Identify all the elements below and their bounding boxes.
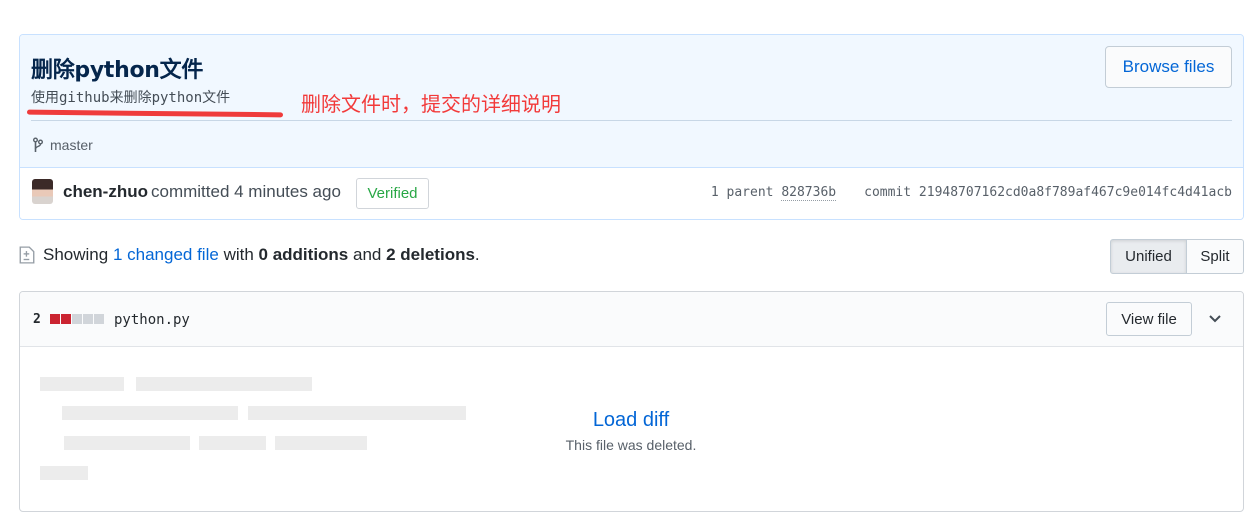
view-file-button[interactable]: View file xyxy=(1106,302,1192,336)
author-link[interactable]: chen-zhuo xyxy=(63,182,148,202)
diffstat-count: 2 xyxy=(33,312,41,327)
annotation-text: 删除文件时，提交的详细说明 xyxy=(301,92,561,116)
file-body: Load diff This file was deleted. xyxy=(20,347,1243,511)
placeholder-line xyxy=(64,436,190,450)
commit-description: 使用github来删除python文件 xyxy=(31,90,231,106)
split-button[interactable]: Split xyxy=(1187,239,1244,274)
branch-container: master xyxy=(31,137,93,153)
with-text: with xyxy=(223,245,254,264)
file-diff-icon xyxy=(19,246,35,264)
diffstat-bar xyxy=(50,314,104,324)
placeholder-line xyxy=(248,406,466,420)
commit-title: 删除python文件 xyxy=(31,58,204,83)
verified-badge[interactable]: Verified xyxy=(356,178,429,209)
chevron-down-icon xyxy=(1209,315,1221,323)
avatar[interactable] xyxy=(32,179,53,204)
load-diff-link[interactable]: Load diff xyxy=(531,409,731,432)
file-name-link[interactable]: python.py xyxy=(114,312,190,328)
parent-sha-link[interactable]: 828736b xyxy=(781,185,837,201)
commit-divider xyxy=(31,120,1232,121)
placeholder-line xyxy=(40,466,88,480)
showing-text: Showing xyxy=(43,245,109,264)
period-text: . xyxy=(474,245,480,264)
commit-time: committed 4 minutes ago xyxy=(151,182,341,201)
placeholder-line xyxy=(40,377,124,391)
parent-info: 1 parent 828736b xyxy=(710,185,837,201)
placeholder-line xyxy=(62,406,238,420)
diff-view-toggle: Unified Split xyxy=(1110,239,1244,274)
commit-sha: 21948707162cd0a8f789af467c9e014fc4d41acb xyxy=(918,185,1232,200)
diffstat-block-deleted xyxy=(50,314,60,324)
commit-meta: chen-zhuo committed 4 minutes ago Verifi… xyxy=(20,167,1243,219)
diff-summary: Showing 1 changed file with 0 additions … xyxy=(19,245,480,265)
browse-files-button[interactable]: Browse files xyxy=(1105,46,1232,88)
commit-box: 删除python文件 使用github来删除python文件 删除文件时，提交的… xyxy=(19,34,1244,220)
file-diff-box: 2 python.py View file Load diff This fil… xyxy=(19,291,1244,512)
file-deleted-note: This file was deleted. xyxy=(565,437,697,453)
deletions-count: 2 deletions xyxy=(386,245,475,264)
diffstat-block-neutral xyxy=(94,314,104,324)
commit-header: 删除python文件 使用github来删除python文件 删除文件时，提交的… xyxy=(20,35,1243,167)
changed-files-link[interactable]: 1 changed file xyxy=(113,245,219,264)
and-text: and xyxy=(353,245,382,264)
additions-count: 0 additions xyxy=(258,245,349,264)
diffstat-block-neutral xyxy=(72,314,82,324)
git-branch-icon xyxy=(33,137,43,152)
parent-label: 1 parent xyxy=(710,185,774,200)
commit-info: commit 21948707162cd0a8f789af467c9e014fc… xyxy=(864,185,1232,200)
branch-name[interactable]: master xyxy=(50,137,93,153)
annotation-underline xyxy=(26,109,284,118)
diffstat-block-deleted xyxy=(61,314,71,324)
placeholder-line xyxy=(199,436,266,450)
sha-block: 1 parent 828736b commit 21948707162cd0a8… xyxy=(710,185,1232,201)
file-header: 2 python.py View file xyxy=(20,292,1243,347)
diffstat-block-neutral xyxy=(83,314,93,324)
placeholder-line xyxy=(136,377,312,391)
collapse-toggle[interactable] xyxy=(1202,306,1228,332)
placeholder-line xyxy=(275,436,367,450)
unified-button[interactable]: Unified xyxy=(1110,239,1187,274)
commit-label: commit xyxy=(864,185,912,200)
